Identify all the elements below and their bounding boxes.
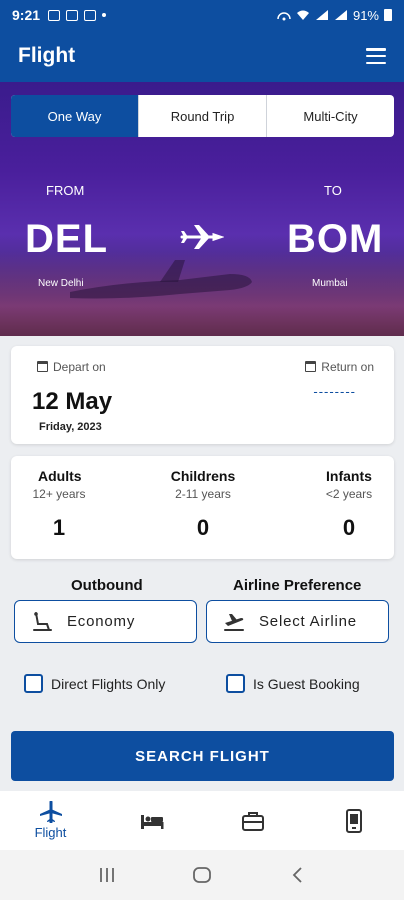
from-label: FROM	[46, 183, 85, 198]
depart-label: Depart on	[53, 360, 106, 374]
u-app-icon	[84, 9, 97, 21]
adults-selector[interactable]: Adults 12+ years 1	[32, 468, 85, 541]
flight-icon	[39, 801, 62, 823]
direct-flights-checkbox[interactable]	[24, 674, 43, 693]
signal-icon-1	[315, 10, 328, 20]
route-hero: One Way Round Trip Multi-City FROM DEL N…	[0, 82, 404, 336]
to-city: Mumbai	[312, 278, 348, 289]
to-airport-code[interactable]: BOM	[287, 217, 383, 262]
tab-multi-city[interactable]: Multi-City	[266, 95, 394, 137]
tab-one-way[interactable]: One Way	[11, 95, 138, 137]
cabin-class-value: Economy	[67, 613, 136, 630]
airline-preference-heading: Airline Preference	[233, 577, 362, 594]
seat-icon	[33, 611, 52, 631]
outbound-heading: Outbound	[71, 577, 143, 594]
back-icon	[292, 867, 302, 883]
bottom-nav: Flight	[0, 791, 404, 850]
adults-count[interactable]: 1	[38, 515, 80, 541]
hamburger-menu-icon[interactable]	[366, 48, 386, 64]
hotel-bed-icon	[140, 814, 163, 829]
status-bar: 9:21 91%	[0, 0, 404, 30]
back-button[interactable]	[277, 860, 317, 890]
swap-route-airplane-icon[interactable]	[180, 222, 224, 252]
children-count[interactable]: 0	[162, 515, 244, 541]
status-time: 9:21	[12, 7, 41, 23]
gallery-icon	[48, 9, 61, 21]
children-label: Childrens	[170, 468, 236, 484]
return-label: Return on	[321, 360, 374, 374]
infants-count[interactable]: 0	[320, 515, 378, 541]
trip-type-tabs: One Way Round Trip Multi-City	[11, 95, 394, 137]
app-notification-icon	[66, 9, 79, 21]
cabin-class-select[interactable]: Economy	[14, 600, 197, 643]
more-notifications-icon	[102, 13, 107, 17]
adults-age: 12+ years	[32, 487, 86, 501]
app-bar: Flight	[0, 30, 404, 82]
departure-plane-icon	[224, 613, 244, 631]
adults-label: Adults	[38, 468, 82, 484]
home-button[interactable]	[182, 860, 222, 890]
recent-apps-button[interactable]	[87, 860, 127, 890]
depart-day: Friday, 2023	[39, 421, 102, 433]
briefcase-icon	[241, 811, 264, 831]
signal-icon-2	[334, 10, 347, 20]
guest-booking-label: Is Guest Booking	[253, 675, 360, 692]
page-title: Flight	[18, 44, 76, 67]
airline-value: Select Airline	[259, 613, 357, 630]
battery-icon	[384, 9, 392, 21]
infants-selector[interactable]: Infants <2 years 0	[320, 468, 378, 541]
nav-item-hotel[interactable]	[101, 791, 202, 850]
guest-booking-option[interactable]: Is Guest Booking	[226, 674, 360, 693]
to-label: TO	[324, 183, 342, 198]
direct-flights-option[interactable]: Direct Flights Only	[24, 674, 165, 693]
nav-item-recharge[interactable]	[303, 791, 404, 850]
guest-booking-checkbox[interactable]	[226, 674, 245, 693]
hotspot-icon	[277, 12, 291, 21]
children-selector[interactable]: Childrens 2-11 years 0	[162, 468, 244, 541]
nav-item-flight[interactable]: Flight	[0, 791, 101, 850]
return-label-wrap[interactable]: Return on	[305, 360, 374, 374]
recent-apps-icon	[100, 868, 115, 882]
nav-item-holidays[interactable]	[202, 791, 303, 850]
home-icon	[193, 867, 211, 883]
infants-label: Infants	[326, 468, 372, 484]
depart-label-wrap: Depart on	[37, 360, 106, 374]
direct-flights-label: Direct Flights Only	[51, 675, 166, 692]
phone-icon	[345, 808, 362, 833]
calendar-icon	[37, 361, 48, 372]
plane-silhouette-image	[70, 260, 252, 299]
airline-select[interactable]: Select Airline	[206, 600, 389, 643]
depart-date[interactable]: 12 May	[32, 388, 112, 416]
battery-percent: 91%	[352, 7, 379, 23]
date-card[interactable]: Depart on Return on 12 May Friday, 2023 …	[11, 346, 394, 444]
passenger-card: Adults 12+ years 1 Childrens 2-11 years …	[11, 456, 394, 559]
wifi-icon	[296, 10, 309, 20]
infants-age: <2 years	[325, 487, 373, 501]
nav-label-flight: Flight	[34, 825, 67, 840]
return-date-placeholder[interactable]: --------	[313, 384, 356, 399]
status-right: 91%	[277, 8, 392, 23]
search-flight-button[interactable]: SEARCH FLIGHT	[11, 731, 394, 781]
calendar-icon	[305, 361, 317, 372]
children-age: 2-11 years	[175, 487, 231, 501]
tab-round-trip[interactable]: Round Trip	[138, 95, 266, 137]
system-nav-bar	[0, 850, 404, 900]
notification-icons	[48, 9, 107, 21]
